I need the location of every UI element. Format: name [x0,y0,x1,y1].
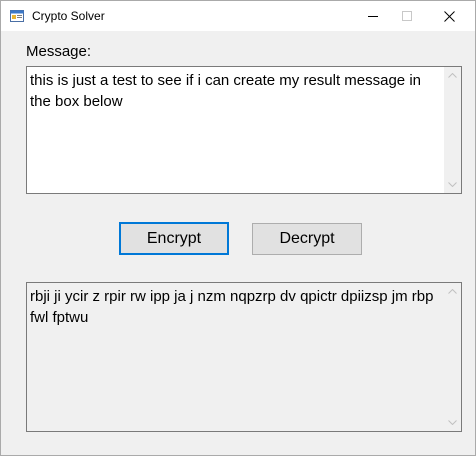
result-scrollbar[interactable] [444,283,461,431]
chevron-down-icon [448,420,457,425]
chevron-up-icon [448,289,457,294]
app-icon [10,9,24,23]
result-textbox[interactable]: rbji ji ycir z rpir rw ipp ja j nzm nqpz… [26,282,462,432]
result-text: rbji ji ycir z rpir rw ipp ja j nzm nqpz… [30,288,438,326]
message-scrollbar[interactable] [444,67,461,193]
close-icon [443,10,455,22]
maximize-button[interactable] [384,1,430,31]
message-textbox[interactable]: this is just a test to see if i can crea… [26,66,462,194]
minimize-icon [368,15,378,17]
scroll-up-arrow[interactable] [444,283,461,300]
message-label: Message: [26,43,92,60]
message-text: this is just a test to see if i can crea… [30,72,426,110]
encrypt-button[interactable]: Encrypt [119,222,229,255]
scroll-down-arrow[interactable] [444,414,461,431]
title-bar[interactable]: Crypto Solver [1,1,475,31]
scroll-down-arrow[interactable] [444,176,461,193]
chevron-up-icon [448,73,457,78]
crypto-solver-window: Crypto Solver Message: this is just a te… [0,0,476,456]
window-title: Crypto Solver [32,9,105,23]
chevron-down-icon [448,182,457,187]
scroll-up-arrow[interactable] [444,67,461,84]
maximize-icon [402,11,412,21]
decrypt-button[interactable]: Decrypt [252,223,362,255]
close-button[interactable] [426,1,472,31]
